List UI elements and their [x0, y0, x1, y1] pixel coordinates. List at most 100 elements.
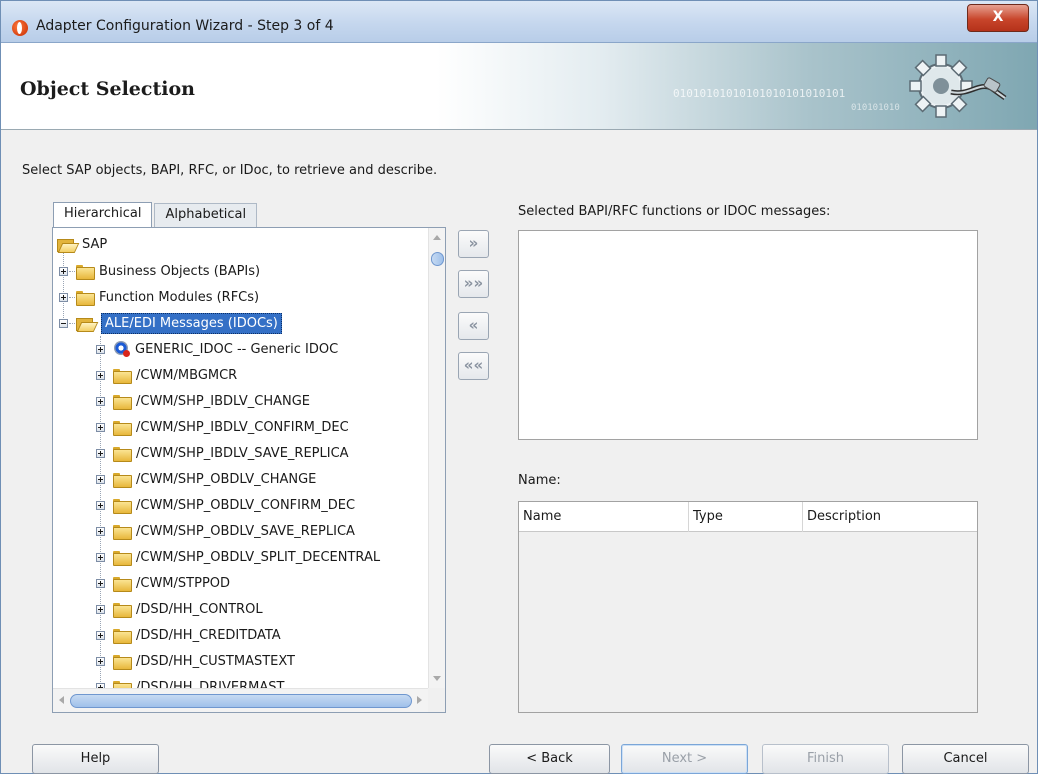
tree-node-idoc[interactable]: /CWM/SHP_IBDLV_CONFIRM_DEC — [96, 414, 349, 440]
next-button[interactable]: Next > — [621, 744, 748, 774]
tree-node-idoc[interactable]: /CWM/SHP_OBDLV_SAVE_REPLICA — [96, 518, 355, 544]
folder-icon — [113, 368, 132, 384]
back-button[interactable]: < Back — [489, 744, 610, 774]
idoc-gear-icon — [113, 340, 131, 358]
oracle-app-icon — [12, 20, 28, 36]
page-title: Object Selection — [20, 78, 195, 100]
wizard-window: Adapter Configuration Wizard - Step 3 of… — [0, 0, 1038, 774]
object-tree[interactable]: SAP Business Objects (BAPIs) Function Mo… — [53, 228, 428, 688]
folder-icon — [113, 654, 132, 670]
tree-label: /DSD/HH_CREDITDATA — [136, 627, 281, 643]
expand-icon[interactable] — [96, 630, 105, 640]
tree-node-idoc[interactable]: /CWM/STPPOD — [96, 570, 230, 596]
scroll-corner — [428, 688, 445, 712]
expand-icon[interactable] — [96, 500, 105, 510]
object-tree-panel: SAP Business Objects (BAPIs) Function Mo… — [52, 227, 446, 713]
expand-icon[interactable] — [96, 604, 105, 614]
expand-icon[interactable] — [59, 292, 68, 302]
gear-cable-icon — [909, 54, 1007, 118]
tree-label: GENERIC_IDOC -- Generic IDOC — [135, 341, 339, 357]
expand-icon[interactable] — [96, 344, 105, 354]
folder-icon — [113, 680, 132, 688]
tree-vertical-scrollbar[interactable] — [428, 228, 445, 688]
tree-node-idoc[interactable]: /CWM/SHP_OBDLV_CHANGE — [96, 466, 316, 492]
remove-button[interactable]: « — [458, 312, 489, 340]
close-button[interactable]: X — [967, 4, 1029, 32]
remove-all-button[interactable]: «« — [458, 352, 489, 380]
selected-list-label: Selected BAPI/RFC functions or IDOC mess… — [518, 204, 831, 219]
tree-label: Function Modules (RFCs) — [99, 289, 260, 305]
tree-node-root[interactable]: SAP — [57, 231, 107, 257]
close-icon: X — [992, 9, 1004, 25]
add-button[interactable]: » — [458, 230, 489, 258]
expand-icon[interactable] — [96, 552, 105, 562]
scroll-thumb[interactable] — [431, 252, 444, 266]
tree-label: /CWM/SHP_IBDLV_CHANGE — [136, 393, 311, 409]
tab-hierarchical[interactable]: Hierarchical — [53, 202, 153, 228]
expand-icon[interactable] — [96, 656, 105, 666]
finish-button[interactable]: Finish — [762, 744, 889, 774]
folder-icon — [113, 498, 132, 514]
folder-icon — [113, 420, 132, 436]
tree-node-idoc[interactable]: /DSD/HH_CONTROL — [96, 596, 263, 622]
tree-label: /CWM/MBGMCR — [136, 367, 238, 383]
expand-icon[interactable] — [96, 370, 105, 380]
expand-icon[interactable] — [96, 578, 105, 588]
open-folder-icon — [57, 238, 76, 252]
tree-node-idoc[interactable]: /CWM/SHP_IBDLV_CHANGE — [96, 388, 310, 414]
add-all-button[interactable]: »» — [458, 270, 489, 298]
tree-label: /CWM/SHP_OBDLV_SPLIT_DECENTRAL — [136, 549, 381, 565]
tree-label: /DSD/HH_CONTROL — [136, 601, 263, 617]
open-folder-icon — [76, 317, 95, 331]
scroll-down-icon[interactable] — [433, 676, 441, 681]
title-bar[interactable]: Adapter Configuration Wizard - Step 3 of… — [1, 1, 1037, 43]
cancel-button[interactable]: Cancel — [902, 744, 1029, 774]
tree-node-idoc[interactable]: /DSD/HH_DRIVERMAST — [96, 674, 284, 688]
scroll-up-icon[interactable] — [433, 235, 441, 240]
tree-horizontal-scrollbar[interactable] — [53, 688, 428, 712]
folder-icon — [76, 264, 95, 280]
expand-icon[interactable] — [96, 396, 105, 406]
tree-node-idoc[interactable]: /CWM/SHP_IBDLV_SAVE_REPLICA — [96, 440, 349, 466]
instruction-text: Select SAP objects, BAPI, RFC, or IDoc, … — [22, 163, 438, 178]
tree-node-idoc[interactable]: /CWM/MBGMCR — [96, 362, 237, 388]
folder-icon — [113, 472, 132, 488]
tab-alphabetical[interactable]: Alphabetical — [154, 203, 258, 227]
tree-node-bapis[interactable]: Business Objects (BAPIs) — [59, 258, 260, 284]
tree-node-rfcs[interactable]: Function Modules (RFCs) — [59, 284, 259, 310]
tree-label: /CWM/SHP_OBDLV_CHANGE — [136, 471, 317, 487]
name-table-header: Name Type Description — [519, 502, 977, 532]
selected-functions-list[interactable] — [518, 230, 978, 440]
binary-decoration-2: 010101010 — [851, 103, 900, 113]
tree-node-idoc[interactable]: /CWM/SHP_OBDLV_CONFIRM_DEC — [96, 492, 355, 518]
column-header-name[interactable]: Name — [519, 502, 689, 532]
name-table[interactable]: Name Type Description — [518, 501, 978, 713]
expand-icon[interactable] — [96, 422, 105, 432]
expand-icon[interactable] — [96, 448, 105, 458]
tree-node-idoc[interactable]: /DSD/HH_CUSTMASTEXT — [96, 648, 295, 674]
tree-node-idoc[interactable]: /DSD/HH_CREDITDATA — [96, 622, 281, 648]
view-tabs: Hierarchical Alphabetical — [53, 202, 258, 228]
help-button[interactable]: Help — [32, 744, 159, 774]
tree-label: /CWM/SHP_OBDLV_SAVE_REPLICA — [136, 523, 355, 539]
expand-icon[interactable] — [59, 266, 68, 276]
folder-icon — [113, 628, 132, 644]
tree-node-idoc[interactable]: GENERIC_IDOC -- Generic IDOC — [96, 336, 338, 362]
folder-icon — [113, 524, 132, 540]
scroll-left-icon[interactable] — [59, 696, 64, 704]
column-header-type[interactable]: Type — [689, 502, 803, 532]
tree-node-idocs[interactable]: ALE/EDI Messages (IDOCs) — [59, 310, 282, 336]
expand-icon[interactable] — [96, 526, 105, 536]
collapse-icon[interactable] — [59, 318, 68, 328]
column-header-description[interactable]: Description — [803, 502, 977, 532]
binary-decoration: 01010101010101010101010101 — [673, 87, 846, 100]
expand-icon[interactable] — [96, 474, 105, 484]
name-label: Name: — [518, 473, 561, 488]
folder-icon — [76, 290, 95, 306]
folder-icon — [113, 446, 132, 462]
scroll-thumb-horizontal[interactable] — [70, 694, 412, 708]
folder-icon — [113, 550, 132, 566]
tree-node-idoc[interactable]: /CWM/SHP_OBDLV_SPLIT_DECENTRAL — [96, 544, 380, 570]
tree-label: /CWM/SHP_IBDLV_SAVE_REPLICA — [136, 445, 349, 461]
scroll-right-icon[interactable] — [417, 696, 422, 704]
